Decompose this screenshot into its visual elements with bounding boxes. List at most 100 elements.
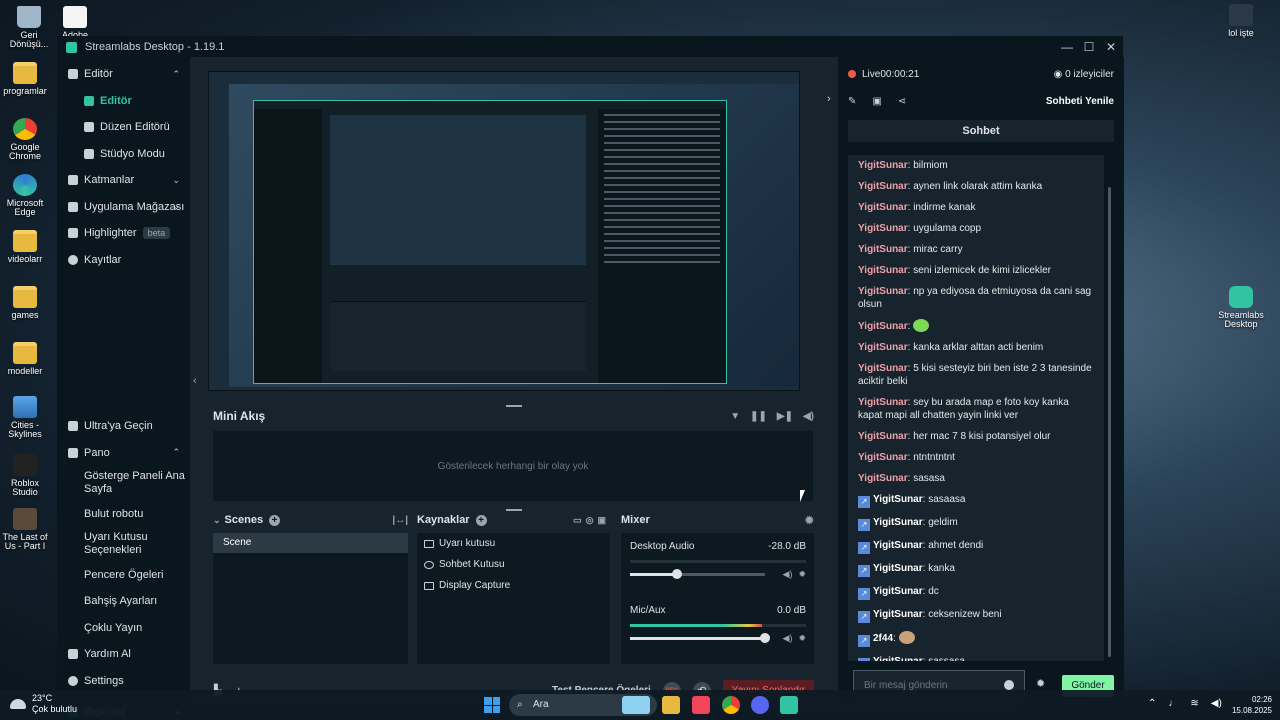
clock[interactable]: 02:26 15.08.2025	[1228, 694, 1272, 716]
sidebar-item-ultra[interactable]: Ultra'ya Geçin	[58, 413, 190, 440]
edit-icon[interactable]: ✎	[848, 96, 856, 107]
chat-username[interactable]: 2f44	[873, 633, 893, 644]
volume-icon[interactable]: ◀)	[1211, 698, 1222, 709]
chat-username[interactable]: YigitSunar	[858, 181, 908, 192]
microphone-icon[interactable]: ♩	[1168, 698, 1178, 709]
gear-icon[interactable]: ✹	[798, 633, 806, 644]
sidebar-item-dashboard-home[interactable]: Gösterge Paneli Ana Sayfa	[58, 466, 190, 500]
sidebar-item-studio-mode[interactable]: Stüdyo Modu	[58, 141, 190, 168]
gear-icon[interactable]: ✹	[798, 569, 806, 580]
streamlabs-icon[interactable]	[780, 696, 798, 714]
chat-username[interactable]: YigitSunar	[873, 656, 923, 661]
chat-username[interactable]: YigitSunar	[873, 517, 923, 528]
speaker-icon[interactable]: ◀)	[783, 569, 793, 580]
scene-transition-icon[interactable]: |↔|	[392, 515, 408, 526]
desktop-icon-lol-iste[interactable]: lol işte	[1214, 4, 1268, 38]
desktop-icon-roblox[interactable]: Roblox Studio	[0, 454, 52, 498]
chevron-up-icon[interactable]: ⌃	[1148, 698, 1156, 709]
sidebar-item-layout-editor[interactable]: Düzen Editörü	[58, 114, 190, 141]
sidebar-editor-section[interactable]: Editör ⌃	[58, 61, 190, 88]
collapse-sidebar-icon[interactable]: ‹	[193, 375, 197, 387]
chat-username[interactable]: YigitSunar	[858, 160, 908, 171]
skip-icon[interactable]: ▶❚	[777, 411, 793, 422]
chat-username[interactable]: YigitSunar	[858, 202, 908, 213]
chat-username[interactable]: YigitSunar	[858, 321, 908, 332]
sidebar-item-tip-settings[interactable]: Bahşiş Ayarları	[58, 588, 190, 615]
chat-username[interactable]: YigitSunar	[873, 563, 923, 574]
chat-username[interactable]: YigitSunar	[858, 431, 908, 442]
sidebar-pano-section[interactable]: Pano ⌃	[58, 440, 190, 467]
desktop-icon-chrome[interactable]: Google Chrome	[0, 118, 52, 162]
gear-icon[interactable]: ✹	[805, 514, 814, 527]
desktop-icon-programlar[interactable]: programlar	[0, 62, 52, 96]
weather-app-icon[interactable]	[622, 696, 650, 714]
close-button[interactable]: ✕	[1100, 40, 1122, 54]
desktop-icon-cities[interactable]: Cities - Skylines	[0, 396, 52, 440]
source-item[interactable]: Uyarı kutusu	[417, 533, 610, 554]
chat-username[interactable]: YigitSunar	[858, 397, 908, 408]
source-item[interactable]: Display Capture	[417, 575, 610, 596]
add-source-button[interactable]: +	[475, 514, 487, 526]
volume-slider[interactable]	[630, 633, 770, 643]
share-icon[interactable]: ⋖	[898, 96, 906, 107]
emoji-icon[interactable]	[1004, 680, 1014, 690]
filter-icon[interactable]: ▼	[730, 411, 740, 422]
sidebar-item-app-store[interactable]: Uygulama Mağazası ⌄	[58, 194, 190, 221]
file-explorer-icon[interactable]	[662, 696, 680, 714]
volume-icon[interactable]: ◀)	[803, 411, 814, 422]
expand-chat-icon[interactable]: ›	[827, 93, 831, 105]
chat-scrollbar[interactable]	[1108, 187, 1111, 657]
chat-username[interactable]: YigitSunar	[873, 586, 923, 597]
volume-slider[interactable]	[630, 569, 765, 579]
music-app-icon[interactable]	[692, 696, 710, 714]
desktop-icon-videolarr[interactable]: videolarr	[0, 230, 52, 264]
sidebar-item-multistream[interactable]: Çoklu Yayın	[58, 614, 190, 641]
pause-icon[interactable]: ❚❚	[750, 411, 767, 422]
chat-username[interactable]: YigitSunar	[858, 244, 908, 255]
chat-username[interactable]: YigitSunar	[858, 473, 908, 484]
source-tools-icon[interactable]: ▭◎▣	[573, 515, 610, 526]
chat-username[interactable]: YigitSunar	[858, 223, 908, 234]
chat-username[interactable]: YigitSunar	[858, 265, 908, 276]
chrome-icon[interactable]	[722, 696, 740, 714]
chat-username[interactable]: YigitSunar	[858, 342, 908, 353]
title-bar[interactable]: Streamlabs Desktop - 1.19.1 — ☐ ✕	[58, 37, 1122, 57]
refresh-chat-button[interactable]: Sohbeti Yenile	[1046, 96, 1114, 107]
chat-username[interactable]: YigitSunar	[873, 494, 923, 505]
chat-username[interactable]: YigitSunar	[858, 452, 908, 463]
sidebar-item-widgets[interactable]: Pencere Ögeleri	[58, 561, 190, 588]
desktop-icon-modeller[interactable]: modeller	[0, 342, 52, 376]
gear-icon[interactable]: ✹	[1036, 677, 1045, 690]
sidebar-item-alert-box[interactable]: Uyarı Kutusu Seçenekleri	[58, 527, 190, 561]
desktop-icon-streamlabs[interactable]: Streamlabs Desktop	[1214, 286, 1268, 330]
speaker-icon[interactable]: ◀)	[783, 633, 793, 644]
sidebar-item-highlighter[interactable]: Highlighter beta	[58, 220, 190, 247]
chat-username[interactable]: YigitSunar	[858, 286, 908, 297]
chat-username[interactable]: YigitSunar	[858, 363, 908, 374]
weather-widget[interactable]: 23°C Çok bulutlu	[10, 693, 77, 715]
maximize-button[interactable]: ☐	[1078, 40, 1100, 54]
chat-username[interactable]: YigitSunar	[873, 540, 923, 551]
sidebar-item-recordings[interactable]: Kayıtlar	[58, 247, 190, 274]
chat-text: ntntntntnt	[913, 452, 955, 463]
chevron-down-icon[interactable]: ⌄	[213, 515, 221, 526]
sidebar-item-layers[interactable]: Katmanlar ⌄	[58, 167, 190, 194]
sidebar-item-cloudbot[interactable]: Bulut robotu	[58, 500, 190, 527]
discord-icon[interactable]	[751, 696, 769, 714]
start-button[interactable]	[484, 697, 500, 713]
stream-preview[interactable]	[208, 71, 800, 391]
desktop-icon-edge[interactable]: Microsoft Edge	[0, 174, 52, 218]
desktop-icon-tlou[interactable]: The Last of Us - Part I	[0, 508, 52, 552]
source-item[interactable]: Sohbet Kutusu	[417, 554, 610, 575]
scene-item[interactable]: Scene	[213, 533, 408, 553]
sidebar-item-editor[interactable]: Editör	[58, 88, 190, 115]
sidebar-item-help[interactable]: Yardım Al	[58, 641, 190, 668]
recycle-bin-icon	[17, 6, 41, 28]
add-scene-button[interactable]: +	[269, 514, 281, 526]
wifi-icon[interactable]: ≋	[1190, 698, 1198, 709]
minimize-button[interactable]: —	[1056, 40, 1078, 54]
desktop-icon-games[interactable]: games	[0, 286, 52, 320]
chat-username[interactable]: YigitSunar	[873, 609, 923, 620]
camera-icon[interactable]: ▣	[872, 96, 881, 107]
beta-badge: beta	[142, 227, 171, 240]
